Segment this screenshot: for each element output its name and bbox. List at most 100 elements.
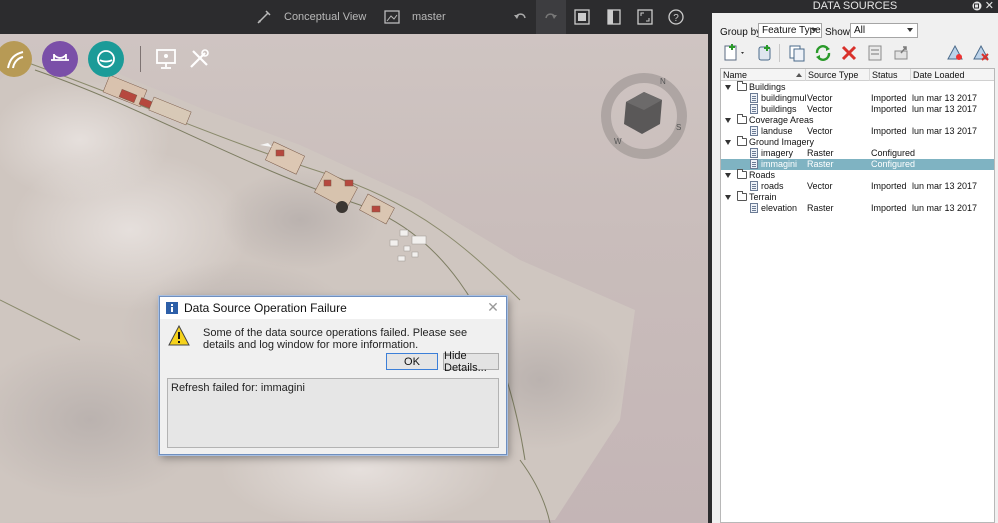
navigation-compass[interactable]: N S W [600, 72, 688, 160]
row-name: buildingmultis [761, 93, 806, 103]
show-label: Show: [825, 27, 853, 38]
help-button[interactable]: ? [661, 0, 691, 34]
branch-selector[interactable]: master [384, 0, 446, 34]
table-row[interactable]: landuse Vector Imported lun mar 13 2017 [721, 126, 994, 137]
refresh-icon [815, 45, 831, 61]
pencil-ruler-icon [257, 10, 271, 24]
folder-icon [737, 81, 747, 91]
row-name: roads [761, 181, 784, 191]
tree-group-ground-imagery[interactable]: Ground Imagery [721, 136, 994, 148]
row-status: Configured [871, 148, 916, 158]
row-status: Imported [871, 104, 907, 114]
view-mode-selector[interactable]: Conceptual View [256, 0, 366, 34]
compass-west-label: W [614, 137, 622, 146]
toolbar-divider [140, 46, 141, 72]
row-date: lun mar 13 2017 [912, 104, 978, 114]
table-row[interactable]: buildingmultis Vector Imported lun mar 1… [721, 93, 994, 104]
layer-file-icon [750, 126, 758, 136]
water-tool-button[interactable] [88, 41, 124, 77]
export-button[interactable] [892, 44, 910, 62]
expand-arrow-icon[interactable] [725, 195, 731, 200]
column-header-source-type[interactable]: Source Type [806, 69, 870, 81]
folder-icon [737, 136, 747, 146]
add-feature-button[interactable] [946, 44, 964, 62]
expand-arrow-icon[interactable] [725, 140, 731, 145]
undo-icon [514, 13, 526, 19]
dialog-message: Some of the data source operations faile… [203, 327, 468, 351]
delete-x-icon [841, 45, 857, 61]
compass-north-label: N [660, 77, 666, 86]
bridge-tool-button[interactable] [42, 41, 78, 77]
refresh-button[interactable] [814, 44, 832, 62]
table-row[interactable]: elevation Raster Imported lun mar 13 201… [721, 203, 994, 214]
split-panel-icon [607, 9, 621, 25]
folder-icon [737, 114, 747, 124]
present-button[interactable] [154, 47, 178, 71]
close-panel-icon[interactable]: ✕ [985, 0, 994, 12]
remove-feature-button[interactable] [972, 44, 990, 62]
tree-group-buildings[interactable]: Buildings [721, 81, 994, 93]
layer-file-icon [750, 181, 758, 191]
tree-group-terrain[interactable]: Terrain [721, 191, 994, 203]
row-name: landuse [761, 126, 793, 136]
copy-button[interactable] [788, 44, 806, 62]
export-icon [894, 46, 908, 60]
group-label: Coverage Areas [749, 115, 814, 125]
fullscreen-button[interactable] [630, 0, 660, 34]
float-window-icon[interactable] [972, 1, 982, 11]
column-header-status[interactable]: Status [870, 69, 911, 81]
expand-arrow-icon[interactable] [725, 118, 731, 123]
layers-icon [574, 9, 590, 25]
tree-group-coverage-areas[interactable]: Coverage Areas [721, 114, 994, 126]
hide-details-button[interactable]: Hide Details... [443, 350, 499, 374]
row-date: lun mar 13 2017 [912, 93, 978, 103]
panel-header: DATA SOURCES ✕ [712, 0, 998, 13]
column-header-name-label: Name [723, 70, 748, 80]
add-data-source-button[interactable] [722, 44, 748, 62]
show-select[interactable]: All [850, 23, 918, 38]
close-icon[interactable]: ✕ [486, 300, 500, 314]
row-type: Raster [807, 148, 834, 158]
group-label: Ground Imagery [749, 137, 815, 147]
3d-viewport[interactable]: Conceptual View master ? N S W Data Sour… [0, 0, 708, 523]
redo-button[interactable] [536, 0, 566, 34]
expand-arrow-icon[interactable] [725, 85, 731, 90]
ok-button[interactable]: OK [386, 353, 438, 370]
expand-arrow-icon[interactable] [725, 173, 731, 178]
folder-icon [737, 191, 747, 201]
show-value: All [854, 25, 866, 36]
layer-file-icon [750, 159, 758, 169]
sort-ascending-icon [796, 73, 802, 77]
column-header-name[interactable]: Name [721, 69, 806, 81]
column-header-date-loaded[interactable]: Date Loaded [911, 69, 996, 81]
svg-text:?: ? [673, 13, 679, 24]
undo-button[interactable] [505, 0, 535, 34]
error-dialog: Data Source Operation Failure ✕ Some of … [159, 296, 507, 455]
layer-view-button[interactable] [567, 0, 597, 34]
tree-group-roads[interactable]: Roads [721, 169, 994, 181]
table-row-selected[interactable]: immagini Raster Configured [721, 159, 994, 170]
table-row[interactable]: roads Vector Imported lun mar 13 2017 [721, 181, 994, 192]
layer-file-icon [750, 203, 758, 213]
table-row[interactable]: buildings Vector Imported lun mar 13 201… [721, 104, 994, 115]
details-text-area[interactable]: Refresh failed for: immagini [167, 378, 499, 448]
add-database-button[interactable] [756, 44, 774, 62]
row-status: Configured [871, 159, 916, 169]
image-layer-icon [384, 10, 400, 24]
properties-button[interactable] [866, 44, 884, 62]
row-name: buildings [761, 104, 797, 114]
group-label: Buildings [749, 82, 786, 92]
tools-button[interactable] [187, 47, 211, 71]
delete-button[interactable] [840, 44, 858, 62]
details-text: Refresh failed for: immagini [171, 382, 305, 394]
row-status: Imported [871, 203, 907, 213]
row-name: elevation [761, 203, 798, 213]
copy-icon [789, 45, 805, 62]
group-by-select[interactable]: Feature Type [758, 23, 822, 38]
split-panel-button[interactable] [599, 0, 629, 34]
dialog-titlebar[interactable]: Data Source Operation Failure [160, 297, 506, 319]
column-header-status-label: Status [872, 70, 898, 80]
table-row[interactable]: imagery Raster Configured [721, 148, 994, 159]
layer-file-icon [750, 148, 758, 158]
feature-add-icon [947, 44, 963, 60]
